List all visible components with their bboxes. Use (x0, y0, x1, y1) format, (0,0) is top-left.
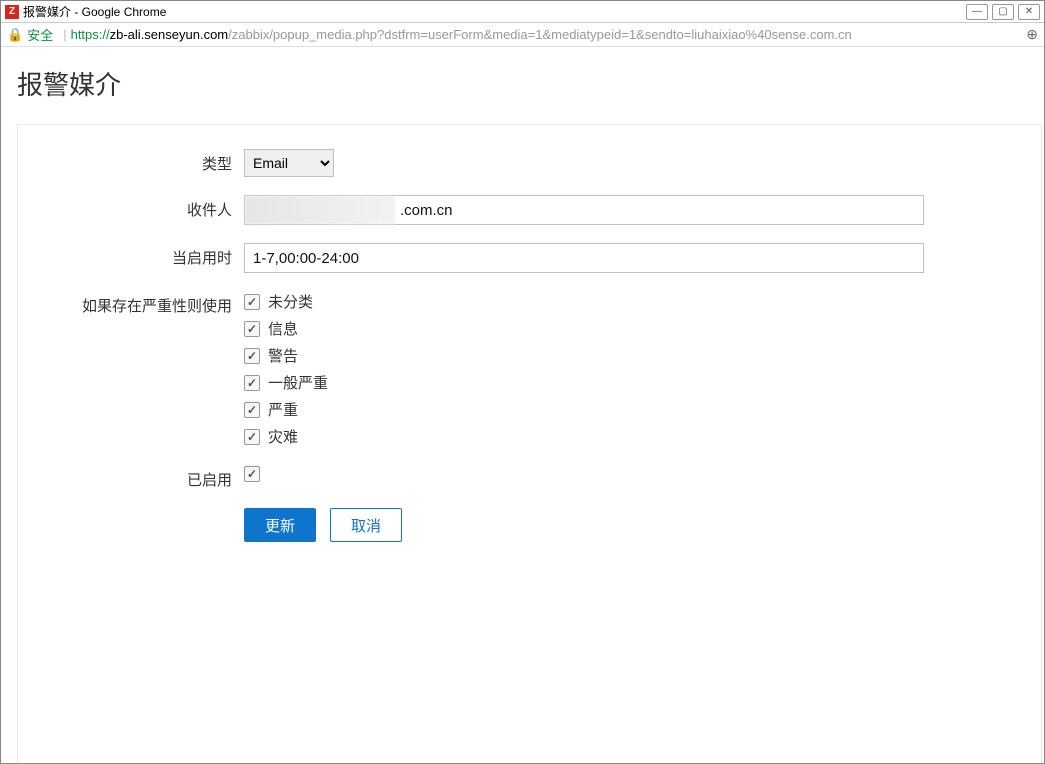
update-button[interactable]: 更新 (244, 508, 316, 542)
severity-label: 严重 (268, 399, 298, 420)
severity-checks: 未分类 信息 警告 一般严重 (244, 291, 924, 447)
url-domain: zb-ali.senseyun.com (110, 27, 229, 42)
severity-item-disaster: 灾难 (244, 426, 924, 447)
form-card: 类型 Email 收件人 当启用时 (17, 124, 1042, 763)
maximize-button[interactable]: ▢ (992, 4, 1014, 20)
cancel-button[interactable]: 取消 (330, 508, 402, 542)
url-path: /zabbix/popup_media.php?dstfrm=userForm&… (228, 27, 852, 42)
row-buttons: 更新 取消 (34, 508, 1025, 542)
severity-label: 灾难 (268, 426, 298, 447)
row-severity: 如果存在严重性则使用 未分类 信息 警告 (34, 291, 1025, 447)
severity-label: 一般严重 (268, 372, 328, 393)
chrome-window: Z 报警媒介 - Google Chrome — ▢ ✕ 🔒 安全 | http… (0, 0, 1045, 764)
lock-icon: 🔒 (7, 27, 23, 43)
row-type: 类型 Email (34, 149, 1025, 177)
label-enabled: 已启用 (34, 465, 244, 490)
label-when-active: 当启用时 (34, 243, 244, 268)
checkbox-enabled[interactable] (244, 466, 260, 482)
checkbox-information[interactable] (244, 321, 260, 337)
row-when-active: 当启用时 (34, 243, 1025, 273)
titlebar: Z 报警媒介 - Google Chrome — ▢ ✕ (1, 1, 1044, 23)
page-title: 报警媒介 (17, 47, 1044, 124)
row-enabled: 已启用 (34, 465, 1025, 490)
redacted-overlay (245, 196, 395, 224)
divider: | (63, 27, 66, 42)
severity-label: 警告 (268, 345, 298, 366)
checkbox-disaster[interactable] (244, 429, 260, 445)
address-bar[interactable]: 🔒 安全 | https://zb-ali.senseyun.com/zabbi… (1, 23, 1044, 47)
close-button[interactable]: ✕ (1018, 4, 1040, 20)
severity-item-average: 一般严重 (244, 372, 924, 393)
checkbox-average[interactable] (244, 375, 260, 391)
severity-item-information: 信息 (244, 318, 924, 339)
severity-label: 信息 (268, 318, 298, 339)
page-content: 报警媒介 类型 Email 收件人 当启用时 (1, 47, 1044, 763)
minimize-button[interactable]: — (966, 4, 988, 20)
button-spacer (34, 508, 244, 512)
checkbox-warning[interactable] (244, 348, 260, 364)
row-recipient: 收件人 (34, 195, 1025, 225)
label-severity: 如果存在严重性则使用 (34, 291, 244, 316)
type-select[interactable]: Email (244, 149, 334, 177)
url-scheme: https:// (71, 27, 110, 42)
zabbix-favicon: Z (5, 5, 19, 19)
secure-label: 安全 (27, 25, 53, 44)
checkbox-high[interactable] (244, 402, 260, 418)
severity-label: 未分类 (268, 291, 313, 312)
window-controls: — ▢ ✕ (966, 4, 1040, 20)
checkbox-unclassified[interactable] (244, 294, 260, 310)
severity-item-unclassified: 未分类 (244, 291, 924, 312)
label-type: 类型 (34, 149, 244, 174)
zoom-icon[interactable]: ⊕ (1026, 26, 1038, 43)
label-recipient: 收件人 (34, 195, 244, 220)
severity-item-warning: 警告 (244, 345, 924, 366)
when-active-input[interactable] (244, 243, 924, 273)
window-title: 报警媒介 - Google Chrome (23, 3, 166, 20)
severity-item-high: 严重 (244, 399, 924, 420)
